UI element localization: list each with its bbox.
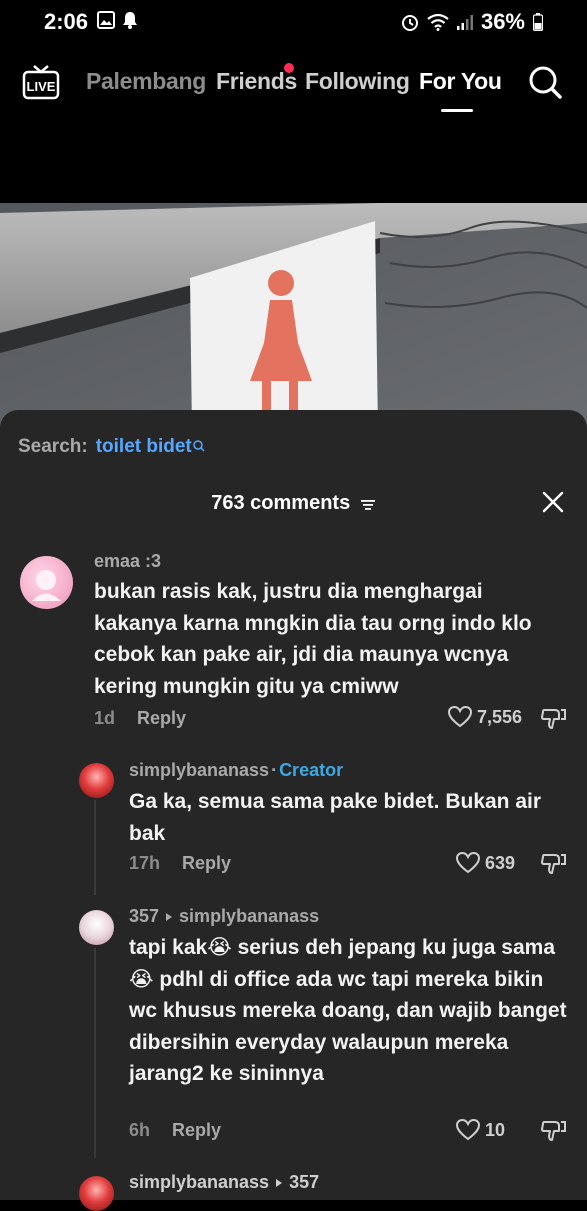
like-count: 639 [485,852,516,873]
search-small-icon [193,440,205,452]
active-tab-indicator [441,109,473,112]
like-count: 7,556 [477,706,523,727]
battery-icon [533,13,543,31]
comment-text: Ga ka, semua sama pake bidet. Bukan air … [129,790,542,845]
comments-header: 763 comments [0,492,587,515]
thread-line [94,800,96,895]
search-icon[interactable] [527,64,563,100]
signal-icon [456,15,473,30]
tab-following[interactable]: Following [305,68,410,95]
dislike-icon[interactable] [541,706,567,732]
comment-username[interactable]: 357 simplybananass [129,906,319,927]
reply-button[interactable]: Reply [182,853,231,873]
heart-icon [456,852,480,874]
avatar[interactable] [20,556,73,609]
comment-time: 17h [129,853,161,873]
tab-friends[interactable]: Friends [216,68,297,95]
reply-arrow-icon [166,912,173,921]
gallery-icon [97,11,115,29]
search-label: Search: [18,436,88,457]
comment-username[interactable]: simplybananass 357 [129,1172,319,1193]
like-button[interactable]: 10 [456,1119,505,1141]
comments-count: 763 comments [211,492,351,514]
comment-time: 1d [94,708,116,728]
comment-meta: 17h Reply [129,853,231,874]
comment-time: 6h [129,1120,151,1140]
status-time: 2:06 [44,9,89,34]
bell-icon [123,12,137,29]
heart-icon [456,1119,480,1141]
comment-text: tapi kak😭 serius deh jepang ku juga sama… [129,936,567,1085]
comment-username[interactable]: simplybananass · Creator [129,760,343,781]
avatar[interactable] [79,763,114,798]
dislike-icon[interactable] [541,1118,567,1144]
live-icon[interactable]: LIVE [22,64,60,100]
alarm-icon [401,15,418,31]
dislike-icon[interactable] [541,851,567,877]
search-term-link[interactable]: toilet bidet [96,436,192,458]
sort-filter-icon[interactable] [360,497,376,511]
comment-meta: 1d Reply [94,708,186,729]
related-search[interactable]: Search: toilet bidet [18,436,205,458]
svg-text:LIVE: LIVE [27,79,56,94]
notification-dot [284,63,294,73]
reply-button[interactable]: Reply [137,708,186,728]
top-nav: LIVE Palembang Friends Following For You [0,58,587,114]
comment-username[interactable]: emaa :3 [94,551,161,572]
like-button[interactable]: 639 [456,852,515,874]
like-button[interactable]: 7,556 [448,706,522,728]
video-frame [0,203,587,433]
reply-arrow-icon [276,1178,283,1187]
wifi-icon [427,13,449,31]
comment-meta: 6h Reply [129,1120,221,1141]
like-count: 10 [485,1119,506,1140]
heart-icon [448,706,472,728]
thread-line [94,948,96,1158]
close-icon[interactable] [541,490,565,514]
tab-palembang[interactable]: Palembang [86,68,206,95]
tab-for-you[interactable]: For You [419,68,502,95]
reply-button[interactable]: Reply [172,1120,221,1140]
creator-badge: Creator [279,760,344,780]
comment-text: bukan rasis kak, justru dia menghargai k… [94,580,532,698]
avatar[interactable] [79,1176,114,1211]
battery-percent: 36% [480,9,525,34]
video-player[interactable] [0,203,587,433]
avatar[interactable] [79,910,114,945]
status-bar: 2:06 36% [0,0,587,44]
comments-sheet: Search: toilet bidet 763 comments emaa :… [0,410,587,1211]
